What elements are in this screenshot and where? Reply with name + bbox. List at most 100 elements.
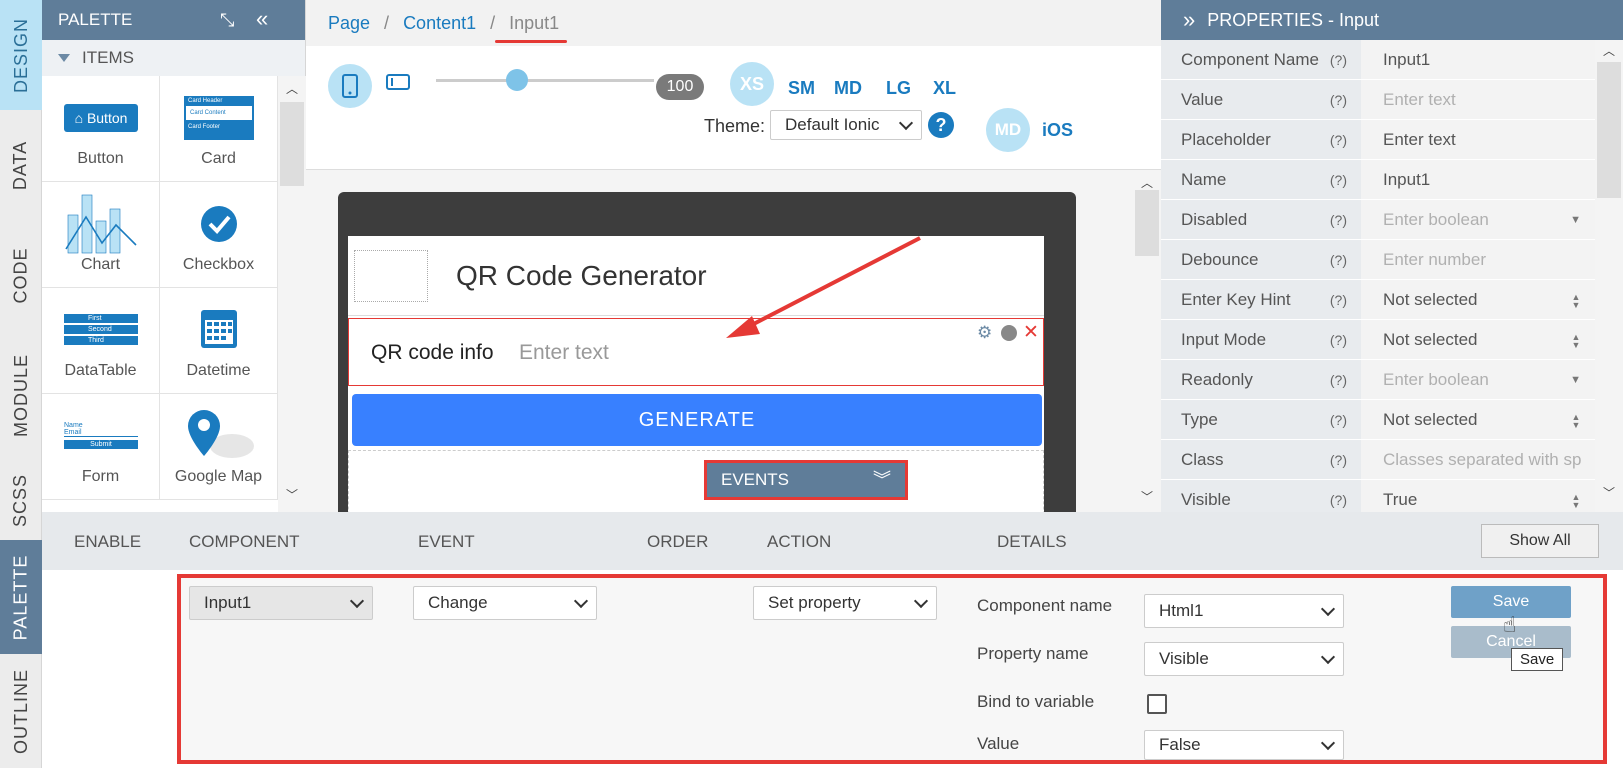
property-value-field[interactable]: Not selected ▲▼	[1361, 320, 1595, 359]
help-icon[interactable]: (?)	[1330, 292, 1347, 308]
property-value-field[interactable]: Not selected ▲▼	[1361, 280, 1595, 319]
chevron-down-icon	[1320, 649, 1336, 665]
help-icon[interactable]: (?)	[1330, 332, 1347, 348]
help-icon[interactable]: (?)	[1330, 172, 1347, 188]
input-label: QR code info	[371, 341, 494, 364]
platform-ios[interactable]: iOS	[1042, 120, 1073, 141]
platform-md[interactable]: MD	[986, 108, 1030, 152]
tab-design[interactable]: DESIGN	[0, 0, 42, 110]
property-value-field[interactable]: Not selected ▲▼	[1361, 400, 1595, 439]
help-icon[interactable]: (?)	[1330, 252, 1347, 268]
help-icon[interactable]: (?)	[1330, 492, 1347, 508]
component-select[interactable]: Input1	[189, 586, 373, 620]
theme-label: Theme:	[704, 116, 766, 136]
help-icon[interactable]: (?)	[1330, 212, 1347, 228]
help-icon[interactable]: (?)	[1330, 132, 1347, 148]
tab-module[interactable]: MODULE	[0, 330, 42, 460]
breakpoint-md[interactable]: MD	[834, 78, 862, 99]
tab-scss[interactable]: SCSS	[0, 460, 42, 540]
double-chevron-left-icon[interactable]: «	[256, 6, 268, 32]
help-icon[interactable]: (?)	[1330, 52, 1347, 68]
palette-item-card[interactable]: Card Header Card Content Card Footer Car…	[160, 76, 278, 182]
scroll-up-icon[interactable]: ︿	[1141, 174, 1153, 191]
phone-device-button[interactable]	[328, 64, 372, 108]
palette-item-datetime[interactable]: Datetime	[160, 288, 278, 394]
card-icon: Card Header Card Content Card Footer	[184, 96, 254, 140]
tab-data[interactable]: DATA	[0, 110, 42, 220]
scroll-up-icon[interactable]: ︿	[286, 80, 298, 97]
palette-item-button[interactable]: ⌂ Button Button	[42, 76, 160, 182]
gear-icon[interactable]: ⚙	[977, 323, 992, 343]
event-row: Input1 Change Set property Component nam…	[177, 574, 1607, 764]
property-value-field[interactable]: Enter text	[1361, 120, 1595, 159]
palette-item-google-map[interactable]: Google Map	[160, 394, 278, 500]
detail-property-name-select[interactable]: Visible	[1144, 642, 1344, 676]
checkbox-icon	[201, 206, 237, 242]
palette-scrollbar[interactable]: ︿ ﹀	[278, 76, 306, 512]
palette-item-chart[interactable]: Chart	[42, 182, 160, 288]
property-row: Name (?) Input1	[1161, 160, 1595, 200]
tablet-landscape-icon	[386, 74, 410, 90]
help-icon[interactable]: (?)	[1330, 92, 1347, 108]
breakpoint-xs[interactable]: XS	[730, 62, 774, 106]
property-row: Debounce (?) Enter number	[1161, 240, 1595, 280]
property-name-text: Enter Key Hint	[1181, 289, 1291, 309]
double-chevron-right-icon[interactable]: »	[1183, 7, 1195, 33]
theme-select[interactable]: Default Ionic	[770, 110, 922, 140]
tab-palette[interactable]: PALETTE	[0, 540, 42, 654]
palette-panel: PALETTE ⤡ « ITEMS ⌂ Button Button Card H…	[42, 0, 306, 512]
zoom-slider-track[interactable]	[436, 79, 654, 82]
generate-button[interactable]: GENERATE	[352, 394, 1042, 446]
property-value-field[interactable]: Classes separated with sp	[1361, 440, 1595, 479]
tablet-landscape-button[interactable]	[386, 74, 410, 95]
breadcrumb-page[interactable]: Page	[328, 13, 370, 34]
hide-icon[interactable]	[1001, 325, 1017, 341]
bind-to-variable-checkbox[interactable]	[1147, 694, 1167, 714]
help-icon[interactable]: (?)	[1330, 452, 1347, 468]
show-all-button[interactable]: Show All	[1481, 524, 1599, 558]
palette-item-checkbox[interactable]: Checkbox	[160, 182, 278, 288]
property-value-field[interactable]: Enter boolean ▼	[1361, 200, 1595, 239]
scroll-down-icon[interactable]: ﹀	[286, 486, 298, 503]
chevron-down-icon	[1320, 735, 1336, 751]
property-value-field[interactable]: Enter number	[1361, 240, 1595, 279]
scroll-down-icon[interactable]: ﹀	[1141, 488, 1153, 505]
input-placeholder[interactable]: Enter text	[519, 341, 609, 365]
collapse-arrows-icon[interactable]: ⤡	[220, 10, 234, 31]
detail-value-select[interactable]: False	[1144, 730, 1344, 760]
tab-code[interactable]: CODE	[0, 220, 42, 330]
property-name-text: Readonly	[1181, 369, 1253, 389]
canvas-scrollbar[interactable]: ︿ ﹀	[1133, 170, 1161, 512]
property-value-field[interactable]: Input1	[1361, 40, 1595, 79]
col-event: EVENT	[418, 532, 475, 551]
action-select[interactable]: Set property	[753, 586, 937, 620]
breadcrumb-content1[interactable]: Content1	[403, 13, 476, 34]
properties-scroll-thumb[interactable]	[1597, 62, 1621, 198]
property-value: Enter boolean	[1383, 209, 1489, 229]
property-value-field[interactable]: Enter text	[1361, 80, 1595, 119]
close-icon[interactable]: ✕	[1023, 321, 1039, 344]
help-icon[interactable]: ?	[928, 112, 954, 138]
tab-outline[interactable]: OUTLINE	[0, 654, 42, 768]
breakpoint-sm[interactable]: SM	[788, 78, 815, 99]
property-value-field[interactable]: Input1	[1361, 160, 1595, 199]
property-value-field[interactable]: Enter boolean ▼	[1361, 360, 1595, 399]
events-toggle[interactable]: EVENTS ︾	[704, 460, 908, 500]
zoom-slider-handle[interactable]	[506, 69, 528, 91]
scroll-up-icon[interactable]: ︿	[1603, 42, 1615, 59]
qr-input-item[interactable]: QR code info Enter text ⚙ ✕	[348, 318, 1044, 386]
help-icon[interactable]: (?)	[1330, 412, 1347, 428]
items-section-header[interactable]: ITEMS	[42, 40, 305, 76]
breakpoint-lg[interactable]: LG	[886, 78, 911, 99]
palette-item-form[interactable]: Name Email Submit Form	[42, 394, 160, 500]
event-select[interactable]: Change	[413, 586, 597, 620]
breakpoint-xl[interactable]: XL	[933, 78, 956, 99]
dropdown-arrow-icon: ▲▼	[1571, 411, 1581, 428]
canvas-scroll-thumb[interactable]	[1135, 190, 1159, 256]
scroll-down-icon[interactable]: ﹀	[1603, 484, 1615, 501]
palette-scroll-thumb[interactable]	[280, 102, 304, 186]
help-icon[interactable]: (?)	[1330, 372, 1347, 388]
palette-item-datatable[interactable]: First Second Third DataTable	[42, 288, 160, 394]
detail-component-name-select[interactable]: Html1	[1144, 594, 1344, 628]
properties-scrollbar[interactable]: ︿ ﹀	[1595, 40, 1623, 512]
